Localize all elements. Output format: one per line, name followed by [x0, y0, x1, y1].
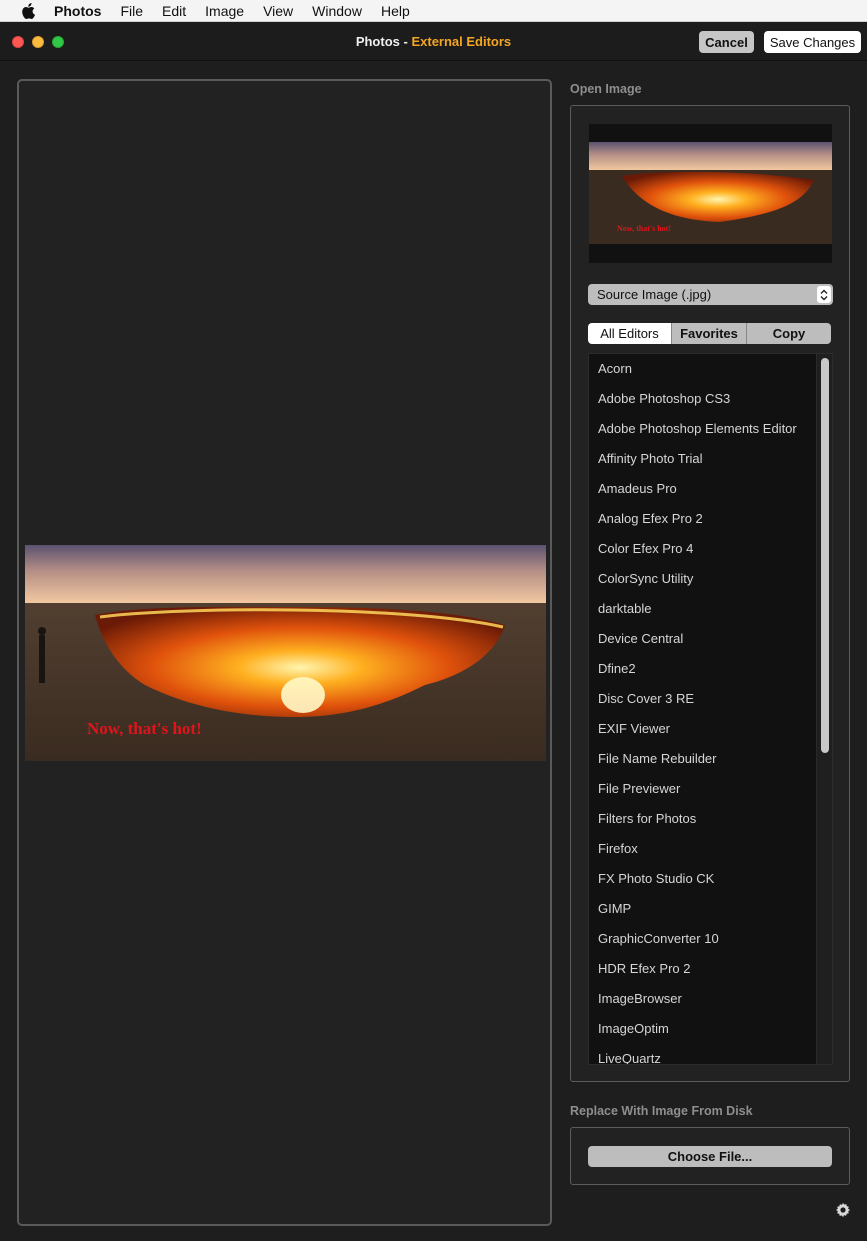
window-title-separator: - [403, 34, 408, 49]
editors-list-scrollbar[interactable] [816, 354, 832, 1064]
apple-menu-icon[interactable] [20, 2, 36, 19]
open-image-label: Open Image [570, 82, 642, 96]
open-image-box: Now, that's hot! Source Image (.jpg) All… [570, 105, 850, 1082]
list-item[interactable]: FX Photo Studio CK [589, 864, 832, 894]
window-title-extension: External Editors [411, 34, 512, 49]
list-item[interactable]: GIMP [589, 894, 832, 924]
list-item[interactable]: darktable [589, 594, 832, 624]
tab-all-editors[interactable]: All Editors [588, 323, 672, 344]
list-item[interactable]: Device Central [589, 624, 832, 654]
source-image-select-value: Source Image (.jpg) [597, 287, 712, 302]
list-item[interactable]: HDR Efex Pro 2 [589, 954, 832, 984]
updown-chevron-icon [817, 286, 831, 303]
menu-image[interactable]: Image [205, 3, 244, 19]
list-item[interactable]: Adobe Photoshop CS3 [589, 384, 832, 414]
tab-favorites[interactable]: Favorites [672, 323, 747, 344]
list-item[interactable]: EXIF Viewer [589, 714, 832, 744]
tab-copy[interactable]: Copy [747, 323, 831, 344]
list-item[interactable]: Analog Efex Pro 2 [589, 504, 832, 534]
list-item[interactable]: GraphicConverter 10 [589, 924, 832, 954]
list-item[interactable]: Affinity Photo Trial [589, 444, 832, 474]
preview-caption: Now, that's hot! [87, 719, 202, 738]
list-item[interactable]: ImageBrowser [589, 984, 832, 1014]
menu-file[interactable]: File [120, 3, 143, 19]
menu-view[interactable]: View [263, 3, 293, 19]
editors-list[interactable]: Acorn Adobe Photoshop CS3 Adobe Photosho… [588, 353, 833, 1065]
replace-image-label: Replace With Image From Disk [570, 1104, 753, 1118]
list-item[interactable]: File Name Rebuilder [589, 744, 832, 774]
choose-file-button[interactable]: Choose File... [588, 1146, 832, 1167]
window-titlebar: Photos - External Editors Cancel Save Ch… [0, 22, 867, 61]
menu-bar: Photos File Edit Image View Window Help [0, 0, 867, 22]
window-title-app: Photos [355, 34, 400, 49]
list-item[interactable]: ImageOptim [589, 1014, 832, 1044]
cancel-button[interactable]: Cancel [699, 31, 754, 53]
list-item[interactable]: Adobe Photoshop Elements Editor [589, 414, 832, 444]
list-item[interactable]: Dfine2 [589, 654, 832, 684]
list-item[interactable]: Disc Cover 3 RE [589, 684, 832, 714]
scrollbar-thumb[interactable] [821, 358, 829, 753]
list-item[interactable]: Acorn [589, 354, 832, 384]
source-image-select[interactable]: Source Image (.jpg) [588, 284, 833, 305]
menu-edit[interactable]: Edit [162, 3, 186, 19]
replace-image-box: Choose File... [570, 1127, 850, 1185]
menu-app-photos[interactable]: Photos [54, 3, 101, 19]
save-changes-button[interactable]: Save Changes [764, 31, 861, 53]
list-item[interactable]: File Previewer [589, 774, 832, 804]
image-preview-panel: Now, that's hot! [17, 79, 552, 1226]
image-thumbnail: Now, that's hot! [589, 124, 832, 263]
menu-help[interactable]: Help [381, 3, 410, 19]
gear-icon[interactable] [835, 1202, 851, 1218]
list-item[interactable]: Amadeus Pro [589, 474, 832, 504]
list-item[interactable]: LiveQuartz [589, 1044, 832, 1064]
list-item[interactable]: Firefox [589, 834, 832, 864]
thumbnail-caption: Now, that's hot! [617, 224, 671, 233]
preview-image: Now, that's hot! [25, 545, 546, 761]
list-item[interactable]: ColorSync Utility [589, 564, 832, 594]
list-item[interactable]: Color Efex Pro 4 [589, 534, 832, 564]
menu-window[interactable]: Window [312, 3, 362, 19]
list-item[interactable]: Filters for Photos [589, 804, 832, 834]
editor-filter-tabs: All Editors Favorites Copy [588, 323, 831, 344]
